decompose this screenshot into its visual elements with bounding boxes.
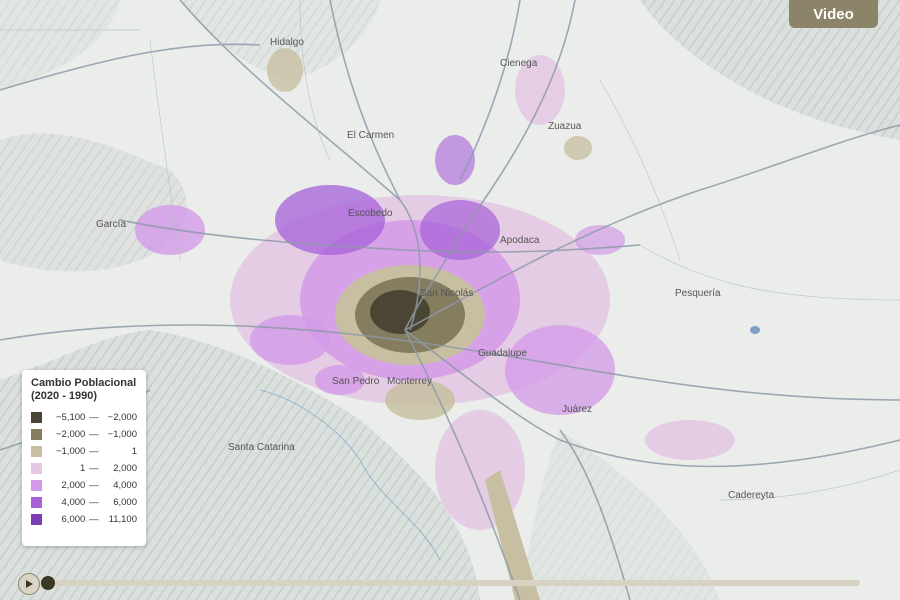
legend-dash: —	[89, 480, 99, 491]
place-label-zuazua: Zuazua	[548, 121, 582, 132]
legend-max: 2,000	[113, 463, 137, 474]
legend-swatch	[31, 429, 42, 440]
legend-row: −5,100 — −2,000	[31, 409, 137, 426]
place-label-san-pedro: San Pedro	[332, 376, 380, 387]
place-label-cienega: Cienega	[500, 58, 538, 69]
place-label-el-carmen: El Carmen	[347, 130, 395, 141]
legend-row: 2,000 — 4,000	[31, 477, 137, 494]
place-label-santa-catarina: Santa Catarina	[228, 442, 295, 453]
place-label-juarez: Juárez	[562, 404, 593, 415]
legend-row: 1 — 2,000	[31, 460, 137, 477]
legend-dash: —	[89, 514, 99, 525]
place-label-hidalgo: Hidalgo	[270, 37, 304, 48]
legend-min: −5,100	[55, 412, 86, 423]
legend-dash: —	[89, 497, 99, 508]
timeline-track[interactable]	[48, 580, 860, 586]
legend-swatch	[31, 514, 42, 525]
place-label-monterrey: Monterrey	[387, 376, 433, 387]
legend-min: 2,000	[61, 480, 86, 491]
legend-row: −1,000 — 1	[31, 443, 137, 460]
legend-rows: −5,100 — −2,000 −2,000 — −1,000 −1,000 —…	[31, 409, 137, 528]
timeline	[0, 568, 900, 600]
legend-min: −1,000	[55, 446, 86, 457]
legend-max: 11,100	[108, 514, 137, 525]
play-button[interactable]	[18, 573, 40, 595]
legend-dash: —	[89, 463, 99, 474]
legend-max: 1	[131, 446, 137, 457]
place-label-escobedo: Escobedo	[348, 208, 393, 219]
legend-min: 4,000	[61, 497, 86, 508]
legend-min: 6,000	[61, 514, 86, 525]
legend-swatch	[31, 463, 42, 474]
play-icon	[26, 580, 33, 588]
legend-row: 4,000 — 6,000	[31, 494, 137, 511]
legend-title: Cambio Poblacional (2020 - 1990)	[31, 377, 137, 402]
legend-max: 4,000	[113, 480, 137, 491]
legend-min: −2,000	[55, 429, 86, 440]
timeline-handle[interactable]	[41, 576, 55, 590]
legend-max: −1,000	[107, 429, 137, 440]
legend-swatch	[31, 412, 42, 423]
place-label-pesqueria: Pesquería	[675, 288, 721, 299]
place-label-apodaca: Apodaca	[500, 235, 540, 246]
legend-dash: —	[89, 429, 99, 440]
legend-dash: —	[89, 446, 99, 457]
place-label-cadereyta: Cadereyta	[728, 490, 775, 501]
legend-dash: —	[89, 412, 99, 423]
place-label-guadalupe: Guadalupe	[478, 348, 527, 359]
legend-swatch	[31, 480, 42, 491]
legend-row: 6,000 — 11,100	[31, 511, 137, 528]
place-label-garcia: García	[96, 219, 127, 230]
legend-max: 6,000	[113, 497, 137, 508]
legend-swatch	[31, 446, 42, 457]
legend-min: 1	[80, 463, 86, 474]
video-button[interactable]: Video	[789, 0, 878, 28]
legend-max: −2,000	[107, 412, 137, 423]
legend-row: −2,000 — −1,000	[31, 426, 137, 443]
water-body	[750, 326, 760, 334]
legend-swatch	[31, 497, 42, 508]
place-label-san-nicolas: San Nicolás	[420, 288, 474, 299]
legend: Cambio Poblacional (2020 - 1990) −5,100 …	[22, 370, 146, 546]
